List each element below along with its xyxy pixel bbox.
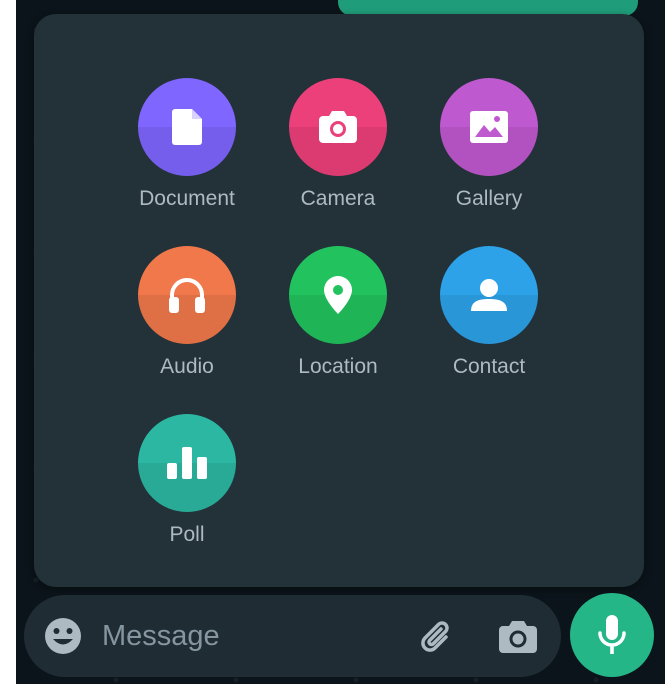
attach-contact-button[interactable]: Contact: [424, 246, 554, 380]
document-icon: [138, 78, 236, 176]
message-composer: [24, 595, 561, 677]
message-input[interactable]: [98, 615, 406, 657]
attach-contact-label: Contact: [452, 355, 526, 378]
attach-document-label: Document: [139, 187, 235, 210]
camera-icon: [289, 78, 387, 176]
voice-message-button[interactable]: [570, 593, 654, 677]
attach-poll-label: Poll: [169, 523, 205, 546]
attach-camera-button[interactable]: Camera: [273, 78, 403, 212]
attach-location-label: Location: [298, 355, 378, 378]
contact-icon: [440, 246, 538, 344]
attach-audio-label: Audio: [160, 355, 214, 378]
attach-gallery-label: Gallery: [455, 187, 523, 210]
paperclip-icon[interactable]: [416, 615, 458, 657]
attach-document-button[interactable]: Document: [122, 78, 252, 212]
microphone-icon: [598, 615, 626, 654]
attach-camera-label: Camera: [300, 187, 376, 210]
attach-location-button[interactable]: Location: [273, 246, 403, 380]
emoji-icon[interactable]: [43, 616, 83, 656]
poll-icon: [138, 414, 236, 512]
attach-poll-button[interactable]: Poll: [122, 414, 252, 548]
attach-audio-button[interactable]: Audio: [122, 246, 252, 380]
gallery-icon: [440, 78, 538, 176]
headphones-icon: [138, 246, 236, 344]
location-pin-icon: [289, 246, 387, 344]
attachment-menu: Document Camera Gallery Audio Location C…: [34, 14, 644, 587]
attach-gallery-button[interactable]: Gallery: [424, 78, 554, 212]
camera-icon[interactable]: [497, 615, 539, 657]
